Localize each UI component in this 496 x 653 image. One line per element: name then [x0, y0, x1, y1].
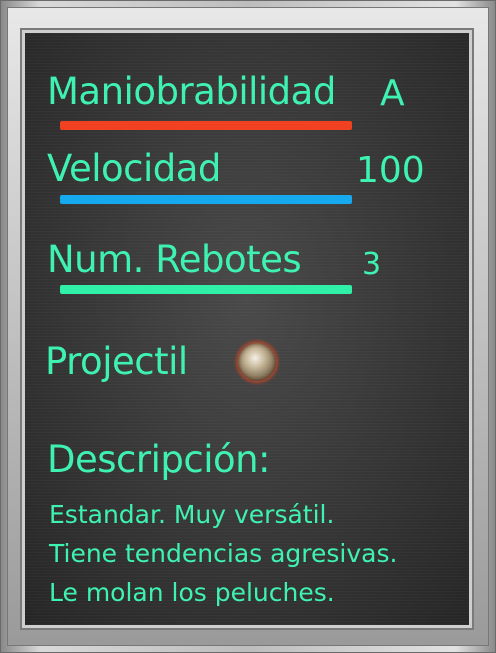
stat-velocidad-label: Velocidad — [47, 147, 221, 190]
stat-velocidad-bar — [60, 195, 352, 204]
description-line: Le molan los peluches. — [49, 578, 335, 607]
stat-velocidad-value: 100 — [356, 150, 425, 191]
stat-rebotes-label: Num. Rebotes — [47, 238, 302, 281]
description-line: Estandar. Muy versátil. — [49, 500, 335, 529]
stat-rebotes-value: 3 — [362, 247, 382, 282]
stat-rebotes-bar — [60, 285, 352, 294]
stat-maniobrabilidad-bar — [60, 121, 352, 130]
info-panel: Maniobrabilidad A Velocidad 100 Num. Reb… — [20, 28, 474, 630]
stat-maniobrabilidad-label: Maniobrabilidad — [47, 70, 336, 113]
projectile-label: Projectil — [45, 340, 188, 383]
description-title: Descripción: — [47, 438, 271, 481]
stat-maniobrabilidad-value: A — [380, 73, 405, 114]
description-line: Tiene tendencias agresivas. — [49, 539, 398, 568]
ball-icon — [238, 343, 276, 381]
